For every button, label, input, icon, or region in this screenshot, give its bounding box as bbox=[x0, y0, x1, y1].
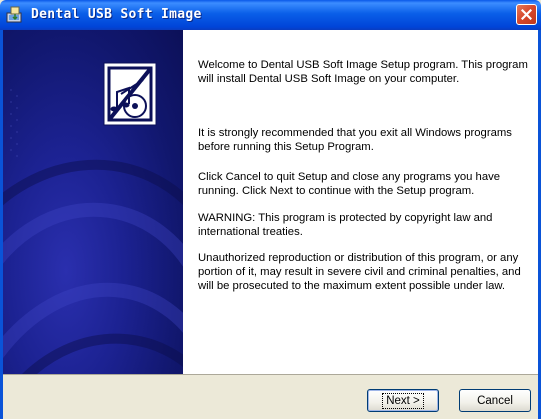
music-cd-logo-icon bbox=[103, 62, 157, 126]
setup-installer-icon bbox=[6, 6, 24, 24]
cancel-button[interactable]: Cancel bbox=[459, 389, 531, 412]
window-title: Dental USB Soft Image bbox=[31, 7, 202, 22]
setup-window: Dental USB Soft Image Welcome to Dental … bbox=[0, 0, 541, 419]
warning-paragraph: WARNING: This program is protected by co… bbox=[198, 212, 493, 238]
welcome-paragraph: Welcome to Dental USB Soft Image Setup p… bbox=[198, 59, 528, 85]
legal-paragraph: Unauthorized reproduction or distributio… bbox=[198, 252, 521, 292]
exit-programs-paragraph: It is strongly recommended that you exit… bbox=[198, 127, 512, 153]
button-bar: Next > Cancel bbox=[3, 374, 538, 419]
next-button-label: Next > bbox=[382, 392, 424, 409]
welcome-text-panel: Welcome to Dental USB Soft Image Setup p… bbox=[183, 30, 538, 374]
side-graphic-panel bbox=[3, 30, 183, 374]
instructions-paragraph: Click Cancel to quit Setup and close any… bbox=[198, 171, 501, 197]
cancel-button-label: Cancel bbox=[477, 394, 513, 407]
title-bar[interactable]: Dental USB Soft Image bbox=[0, 0, 541, 30]
close-icon bbox=[521, 9, 532, 20]
next-button[interactable]: Next > bbox=[367, 389, 439, 412]
close-button[interactable] bbox=[516, 4, 537, 25]
